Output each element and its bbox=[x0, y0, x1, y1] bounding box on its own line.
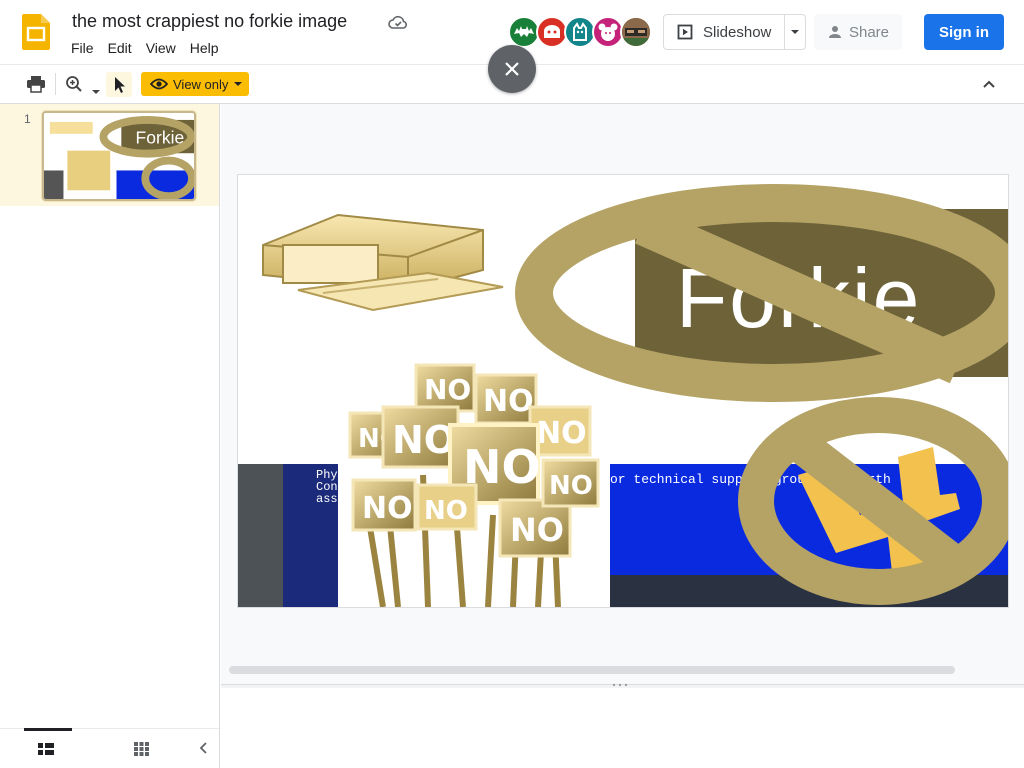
cloud-saved-icon[interactable] bbox=[388, 13, 408, 31]
document-title: the most crappiest no forkie image bbox=[72, 11, 348, 31]
caret-down-icon bbox=[234, 82, 243, 86]
close-icon bbox=[505, 62, 519, 76]
zoom-in-icon bbox=[66, 76, 82, 92]
slideshow-button[interactable]: Slideshow bbox=[664, 15, 784, 49]
share-button[interactable]: Share bbox=[814, 14, 902, 50]
sign-in-label: Sign in bbox=[939, 23, 989, 41]
collaborator-avatar-photo[interactable] bbox=[620, 16, 652, 48]
batman-icon bbox=[514, 26, 534, 37]
slide-content-image: Phy Con ass or technical support group f… bbox=[238, 175, 1008, 607]
no-sign-text: NO bbox=[510, 511, 564, 549]
eye-icon bbox=[150, 78, 168, 90]
cat-icon bbox=[573, 22, 587, 41]
list-view-icon bbox=[38, 743, 54, 755]
select-tool-button[interactable] bbox=[106, 72, 132, 97]
slides-logo-icon[interactable] bbox=[22, 14, 50, 50]
speaker-notes-area[interactable] bbox=[221, 688, 1024, 768]
bear-icon bbox=[598, 23, 618, 41]
zoom-button[interactable] bbox=[65, 75, 85, 98]
ghost-icon bbox=[544, 25, 560, 38]
no-sign-text: NO bbox=[362, 491, 413, 526]
filmstrip-panel: 1 Forkie bbox=[0, 104, 220, 768]
svg-text:Forkie: Forkie bbox=[136, 128, 185, 148]
view-only-label: View only bbox=[173, 76, 229, 92]
caret-down-icon bbox=[92, 90, 100, 94]
sign-in-button[interactable]: Sign in bbox=[924, 14, 1004, 50]
slideshow-button-group: Slideshow bbox=[663, 14, 806, 50]
present-icon bbox=[677, 24, 693, 40]
no-sign-text: NO bbox=[424, 496, 468, 526]
slide-canvas-area: Phy Con ass or technical support group f… bbox=[221, 104, 1024, 684]
cursor-arrow-icon bbox=[115, 77, 125, 93]
chevron-left-icon bbox=[199, 742, 207, 754]
no-sign-text: NO bbox=[536, 416, 587, 451]
person-lock-icon bbox=[828, 26, 841, 38]
collapse-filmstrip-button[interactable] bbox=[198, 741, 208, 760]
slideshow-label: Slideshow bbox=[703, 23, 772, 41]
menu-view[interactable]: View bbox=[145, 40, 183, 56]
avatar-photo bbox=[622, 18, 650, 46]
bsod-left-line-3: ass bbox=[316, 492, 338, 506]
slide-thumbnail[interactable]: Forkie bbox=[42, 111, 196, 201]
grid-view-icon bbox=[134, 742, 149, 756]
active-view-indicator bbox=[24, 728, 72, 731]
filmstrip-footer bbox=[0, 728, 219, 768]
menu-edit[interactable]: Edit bbox=[107, 40, 139, 56]
close-button[interactable] bbox=[488, 45, 536, 93]
no-sign-text: NO bbox=[392, 418, 456, 462]
no-sign-text: NO bbox=[549, 471, 593, 501]
chevron-up-icon bbox=[983, 80, 995, 88]
no-sign-text: NO bbox=[424, 373, 471, 406]
toolbar-divider bbox=[55, 73, 56, 95]
print-button[interactable] bbox=[26, 75, 46, 98]
share-label: Share bbox=[848, 23, 890, 41]
caret-down-icon bbox=[791, 30, 800, 34]
zoom-dropdown-button[interactable] bbox=[91, 82, 101, 100]
view-only-button[interactable]: View only bbox=[141, 72, 249, 96]
slide-thumbnail-image: Forkie bbox=[44, 113, 194, 199]
filmstrip-view-button[interactable] bbox=[38, 742, 54, 760]
menu-file[interactable]: File bbox=[70, 40, 101, 56]
grid-view-button[interactable] bbox=[134, 742, 149, 761]
slideshow-dropdown-button[interactable] bbox=[784, 15, 805, 49]
menu-bar: File Edit View Help bbox=[70, 40, 232, 56]
no-sign-text: NO bbox=[483, 384, 534, 419]
filmstrip-slide-row[interactable]: 1 Forkie bbox=[0, 104, 219, 206]
slide-number: 1 bbox=[24, 112, 31, 126]
collapse-toolbar-button[interactable] bbox=[981, 77, 997, 96]
print-icon bbox=[27, 76, 45, 93]
menu-help[interactable]: Help bbox=[189, 40, 226, 56]
slide-canvas[interactable]: Phy Con ass or technical support group f… bbox=[237, 174, 1009, 608]
horizontal-scrollbar[interactable] bbox=[229, 666, 955, 674]
